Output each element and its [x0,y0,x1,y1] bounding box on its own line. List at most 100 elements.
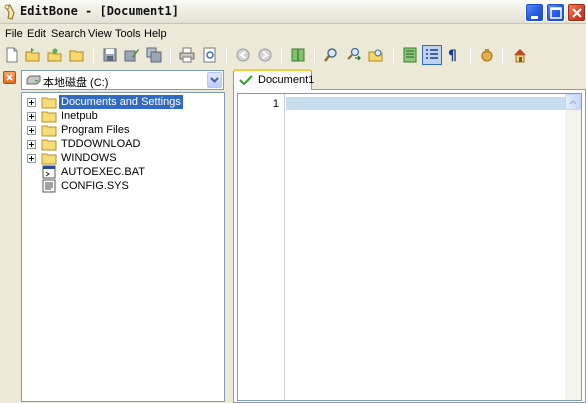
drive-select[interactable]: 本地磁盘 (C:) [21,70,224,90]
app-bone-icon [4,4,15,20]
home-icon [514,49,526,63]
expand-toggle[interactable] [27,126,36,135]
menu-view[interactable]: View [88,28,112,40]
folder-icon [41,97,57,109]
menu-bar: File Edit Search View Tools Help [0,25,586,43]
tree-item-label: Inetpub [61,110,98,122]
folder-icon [41,125,57,137]
toolbar-separator [470,47,471,64]
print-button[interactable] [177,45,197,65]
tree-item-inetpub[interactable]: Inetpub [22,109,222,123]
find-in-files-icon [368,49,383,62]
expand-toggle[interactable] [27,112,36,121]
explorer-panel: 本地磁盘 (C:) Documents and Settings Inetpub… [0,68,230,403]
open-file-icon [25,48,40,62]
save-all-icon [146,47,162,63]
file-tree: Documents and Settings Inetpub Program F… [21,92,225,402]
line-numbers-icon [426,49,438,59]
word-wrap-button[interactable] [400,45,420,65]
current-line-highlight [286,97,566,110]
tab-label: Document1 [258,74,315,86]
open-folder-icon [69,50,84,62]
open-recent-button[interactable] [45,45,65,65]
print-icon [179,47,195,63]
redo-icon [258,48,272,62]
expand-toggle[interactable] [27,98,36,107]
menu-tools[interactable]: Tools [115,28,141,40]
toolbar: ¶ [0,44,586,68]
find-in-files-button[interactable] [366,45,386,65]
window-title: EditBone - [Document1] [20,4,179,18]
open-recent-icon [47,48,62,62]
gutter-divider [284,94,285,400]
tree-item-tddownload[interactable]: TDDOWNLOAD [22,137,222,151]
tree-item-label: TDDOWNLOAD [61,138,141,150]
special-chars-button[interactable]: ¶ [444,45,464,65]
search-button[interactable] [321,45,341,65]
menu-edit[interactable]: Edit [27,28,46,40]
text-editor[interactable]: 1 [237,93,582,401]
line-numbers-button[interactable] [422,45,442,65]
tree-item-label: AUTOEXEC.BAT [61,166,145,178]
tree-item-label: Documents and Settings [59,95,183,109]
close-pane-button[interactable] [3,71,16,84]
chevron-down-icon [210,77,219,83]
print-preview-icon [203,47,216,63]
scroll-up-button[interactable] [565,94,581,110]
dropdown-button[interactable] [207,72,222,88]
vertical-scrollbar[interactable] [565,94,581,400]
save-button[interactable] [100,45,120,65]
tree-item-program-files[interactable]: Program Files [22,123,222,137]
minimize-button[interactable] [525,3,544,22]
line-number: 1 [272,98,279,110]
save-all-button[interactable] [144,45,164,65]
tree-item-autoexec-bat[interactable]: AUTOEXEC.BAT [22,165,222,179]
macro-button[interactable] [477,45,497,65]
folder-icon [41,139,57,151]
title-bar: EditBone - [Document1] [0,0,586,24]
home-button[interactable] [510,45,530,65]
svg-text:¶: ¶ [448,48,457,63]
redo-button[interactable] [255,45,275,65]
compare-button[interactable] [288,45,308,65]
folder-icon [41,153,57,165]
search-icon [324,48,337,62]
undo-button[interactable] [233,45,253,65]
tab-document1[interactable]: Document1 [233,69,315,90]
menu-file[interactable]: File [5,28,23,40]
chevron-up-icon [569,99,577,105]
toolbar-separator [226,47,227,64]
editor-panel: 1 Document1 [232,68,586,403]
minimize-icon [531,16,538,19]
macro-icon [481,49,493,62]
tree-item-config-sys[interactable]: CONFIG.SYS [22,179,222,193]
folder-icon [41,111,57,123]
line-number-gutter: 1 [238,94,283,400]
check-icon [239,75,253,86]
open-folder-button[interactable] [67,45,87,65]
replace-button[interactable] [344,45,364,65]
toolbar-separator [170,47,171,64]
print-preview-button[interactable] [200,45,220,65]
menu-help[interactable]: Help [144,28,167,40]
toolbar-separator [281,47,282,64]
save-as-icon [124,49,139,62]
tree-item-documents-and-settings[interactable]: Documents and Settings [22,95,222,109]
new-file-button[interactable] [2,45,22,65]
close-icon [572,8,582,18]
close-icon [6,74,13,81]
expand-toggle[interactable] [27,140,36,149]
toolbar-separator [93,47,94,64]
close-button[interactable] [567,3,586,22]
undo-icon [236,48,250,62]
config-file-icon [42,179,56,193]
menu-search[interactable]: Search [51,28,86,40]
maximize-button[interactable] [546,3,565,22]
drive-select-value: 本地磁盘 (C:) [43,77,109,89]
drive-icon [26,75,41,85]
tree-item-label: Program Files [61,124,130,136]
expand-toggle[interactable] [27,154,36,163]
tree-item-windows[interactable]: WINDOWS [22,151,222,165]
save-as-button[interactable] [122,45,142,65]
open-file-button[interactable] [23,45,43,65]
